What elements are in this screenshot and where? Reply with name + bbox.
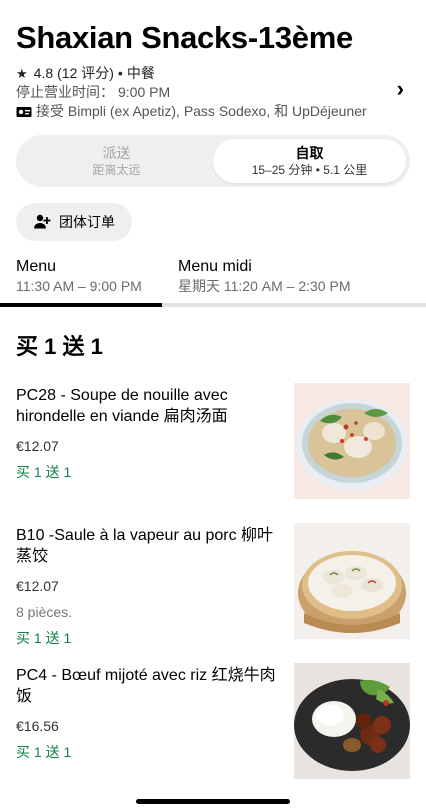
item-price: €12.07 [16, 578, 59, 594]
chevron-right-icon[interactable]: › [397, 76, 404, 102]
separator-dot: • [117, 65, 123, 81]
pickup-sub: 15–25 分钟 • 5.1 公里 [251, 163, 368, 177]
section-title: 买 1 送 1 [16, 334, 103, 359]
tab-menu-hours: 11:30 AM – 9:00 PM [16, 278, 142, 294]
item-price: €12.07 [16, 438, 59, 454]
add-person-icon [33, 213, 51, 231]
rating-row: ★ 4.8 (12 评分) • 中餐 [16, 64, 410, 83]
delivery-option[interactable]: 派送 距离太远 [20, 139, 213, 183]
hours-row: 停止营业时间： 9:00 PM [16, 83, 410, 102]
item-info: B10 -Saule à la vapeur au porc 柳叶蒸饺 €12.… [16, 523, 294, 663]
tab-menu-name: Menu [16, 258, 57, 275]
star-icon: ★ [16, 66, 28, 81]
menu-items: PC28 - Soupe de nouille avec hirondelle … [0, 383, 426, 793]
item-name: B10 -Saule à la vapeur au porc 柳叶蒸饺 [16, 527, 274, 565]
item-info: PC4 - Bœuf mijoté avec riz 红烧牛肉饭 €16.56 … [16, 663, 294, 793]
hours-label: 停止营业时间： [16, 84, 114, 100]
noodle-soup-image[interactable] [294, 383, 410, 499]
item-name: PC28 - Soupe de nouille avec hirondelle … [16, 387, 228, 425]
item-promo: 买 1 送 1 [16, 630, 72, 646]
cuisine-label: 中餐 [126, 65, 155, 81]
store-header: Shaxian Snacks-13ème ★ 4.8 (12 评分) • 中餐 … [0, 0, 426, 121]
menu-item[interactable]: PC4 - Bœuf mijoté avec riz 红烧牛肉饭 €16.56 … [0, 663, 426, 793]
item-description: 8 pièces. [16, 604, 73, 620]
tab-menu-midi-hours: 星期天 11:20 AM – 2:30 PM [178, 278, 351, 294]
tab-menu-midi[interactable]: Menu midi 星期天 11:20 AM – 2:30 PM [162, 257, 382, 307]
pickup-label: 自取 [295, 145, 324, 161]
item-info: PC28 - Soupe de nouille avec hirondelle … [16, 383, 294, 523]
rating-count: (12 评分) [57, 65, 114, 81]
dumplings-image[interactable] [294, 523, 410, 639]
item-price: €16.56 [16, 718, 59, 734]
delivery-label: 派送 [102, 145, 131, 161]
tab-menu[interactable]: Menu 11:30 AM – 9:00 PM [0, 257, 162, 307]
ticket-icon [16, 106, 32, 118]
item-promo: 买 1 送 1 [16, 744, 72, 760]
payments-row: 接受 Bimpli (ex Apetiz), Pass Sodexo, 和 Up… [16, 102, 410, 121]
beef-rice-image[interactable] [294, 663, 410, 779]
home-indicator [136, 799, 290, 804]
store-title: Shaxian Snacks-13ème [16, 20, 353, 55]
menu-item[interactable]: B10 -Saule à la vapeur au porc 柳叶蒸饺 €12.… [0, 523, 426, 663]
group-order-button[interactable]: 团体订单 [16, 203, 132, 241]
payments-text: 接受 Bimpli (ex Apetiz), Pass Sodexo, 和 Up… [36, 103, 367, 119]
item-promo: 买 1 送 1 [16, 464, 72, 480]
tab-menu-midi-name: Menu midi [178, 258, 252, 275]
store-meta: ★ 4.8 (12 评分) • 中餐 停止营业时间： 9:00 PM 接受 Bim… [16, 64, 410, 121]
fulfillment-toggle[interactable]: 派送 距离太远 自取 15–25 分钟 • 5.1 公里 [16, 135, 410, 187]
rating-value: 4.8 [33, 65, 54, 81]
delivery-sub: 距离太远 [92, 163, 141, 177]
item-name: PC4 - Bœuf mijoté avec riz 红烧牛肉饭 [16, 667, 276, 705]
menu-tabs: Menu 11:30 AM – 9:00 PM Menu midi 星期天 11… [0, 257, 426, 307]
group-order-label: 团体订单 [59, 214, 115, 230]
hours-value: 9:00 PM [118, 84, 171, 100]
menu-item[interactable]: PC28 - Soupe de nouille avec hirondelle … [0, 383, 426, 523]
pickup-option[interactable]: 自取 15–25 分钟 • 5.1 公里 [213, 139, 406, 183]
